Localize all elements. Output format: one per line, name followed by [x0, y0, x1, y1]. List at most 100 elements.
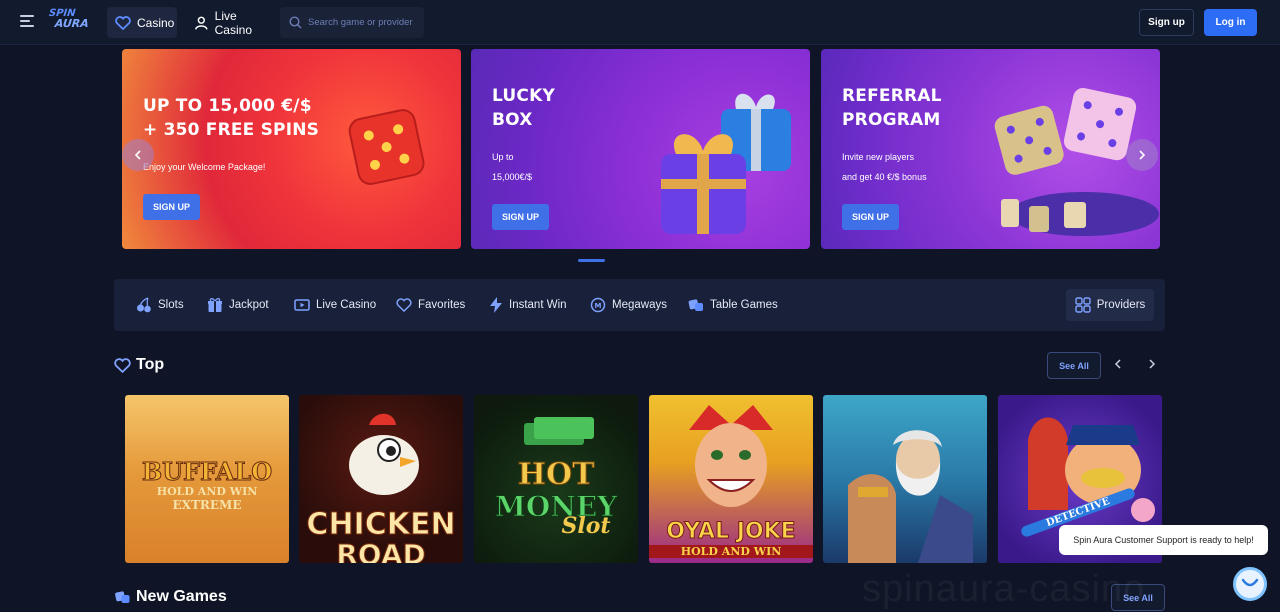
category-label: Favorites	[418, 299, 466, 311]
banner-title-line: UP TO 15,000 €/$	[143, 96, 312, 116]
category-label: Megaways	[612, 299, 667, 311]
carousel-indicator[interactable]	[578, 259, 605, 262]
nav-casino-label: Casino	[137, 15, 175, 30]
banner-title-line: PROGRAM	[842, 110, 941, 130]
game-title: ROAD	[336, 538, 427, 564]
category-slots[interactable]: Slots	[136, 279, 184, 331]
watermark-text: spinaura-casino	[862, 568, 1146, 610]
gift-icon	[208, 298, 222, 312]
chevron-left-icon	[1114, 359, 1121, 369]
game-tile-royal-joker[interactable]: OYAL JOKE HOLD AND WIN	[649, 395, 813, 563]
game-subtitle: HOLD AND WIN	[649, 545, 813, 558]
dice-icon	[688, 299, 703, 311]
carousel-next-button[interactable]	[1126, 139, 1158, 171]
dealer-icon	[195, 16, 208, 30]
heart-icon	[115, 15, 131, 30]
top-next-button[interactable]	[1148, 358, 1156, 373]
cherries-icon	[137, 297, 151, 313]
signup-button[interactable]: Sign up	[1139, 9, 1194, 36]
live-tv-icon	[294, 299, 310, 311]
category-bar: Slots Jackpot Live Casino Favorites Inst…	[114, 279, 1165, 331]
section-top-title: Top	[114, 356, 164, 374]
game-tile-buffalo[interactable]: BUFFALO HOLD AND WIN EXTREME	[125, 395, 289, 563]
chicken-icon	[349, 413, 419, 495]
lightning-icon	[490, 297, 502, 313]
game-title: OYAL JOKE	[666, 519, 796, 545]
banner-text: and get 40 €/$ bonus	[842, 172, 927, 182]
gift-box-icon	[661, 93, 791, 234]
providers-button[interactable]: Providers	[1066, 289, 1154, 321]
game-title: HOT	[517, 457, 595, 493]
category-label: Live Casino	[316, 299, 377, 311]
banner-text: Up to	[492, 152, 514, 162]
banner-text: 15,000€/$	[492, 172, 533, 182]
section-title-text: New Games	[136, 588, 227, 605]
login-button[interactable]: Log in	[1204, 9, 1257, 36]
banner-text: Invite new players	[842, 152, 915, 162]
top-header: SPIN AURA Casino Live Casino Sign up Log…	[0, 0, 1280, 45]
category-label: Jackpot	[229, 299, 269, 311]
nav-live-casino[interactable]: Live Casino	[186, 7, 272, 38]
game-subtitle: EXTREME	[172, 498, 242, 512]
banner-title-line: LUCKY	[492, 86, 555, 106]
game-tile-chicken-road[interactable]: CHICKEN ROAD	[299, 395, 463, 563]
category-live-casino[interactable]: Live Casino	[294, 279, 376, 331]
heart-icon	[396, 298, 412, 312]
banner-title-line: BOX	[492, 110, 533, 130]
category-megaways[interactable]: M Megaways	[590, 279, 667, 331]
banner-signup-button[interactable]: SIGN UP	[143, 194, 200, 220]
category-label: Slots	[158, 299, 184, 311]
zeus-icon	[848, 430, 973, 563]
site-logo[interactable]: SPIN AURA	[47, 8, 96, 35]
top-see-all-button[interactable]: See All	[1047, 352, 1101, 379]
banner-signup-button[interactable]: SIGN UP	[842, 204, 899, 230]
cash-stack-icon	[524, 417, 594, 445]
banner-text: Enjoy your Welcome Package!	[143, 162, 266, 172]
banner-title-line: REFERRAL	[842, 86, 942, 106]
game-subtitle: HOLD AND WIN	[156, 485, 258, 498]
game-tile-hot-money[interactable]: HOT MONEY Slot	[474, 395, 638, 563]
section-new-games-title: New Games	[114, 588, 227, 606]
category-jackpot[interactable]: Jackpot	[207, 279, 269, 331]
dice-icon	[348, 109, 425, 185]
category-instant-win[interactable]: Instant Win	[489, 279, 567, 331]
top-prev-button[interactable]	[1114, 358, 1122, 373]
banner-lucky-box[interactable]: LUCKY BOX Up to 15,000€/$ SIGN UP	[471, 49, 810, 249]
banner-title-line: + 350 FREE SPINS	[143, 120, 320, 140]
megaways-icon: M	[590, 297, 606, 313]
nav-casino[interactable]: Casino	[107, 7, 177, 38]
providers-label: Providers	[1096, 299, 1146, 311]
support-tooltip[interactable]: Spin Aura Customer Support is ready to h…	[1059, 525, 1268, 555]
joker-face-icon	[689, 405, 773, 507]
search-input[interactable]	[308, 17, 418, 28]
carousel-prev-button[interactable]	[122, 139, 154, 171]
category-table-games[interactable]: Table Games	[688, 279, 778, 331]
chat-smile-icon	[1241, 578, 1259, 587]
banner-title: UP TO 15,000 €/$ + 350 FREE SPINS	[143, 94, 319, 142]
logo-text-bottom: AURA	[54, 17, 90, 30]
chat-button[interactable]	[1233, 567, 1267, 601]
search-icon	[289, 16, 302, 29]
banner-welcome[interactable]: UP TO 15,000 €/$ + 350 FREE SPINS Enjoy …	[122, 49, 461, 249]
search-box[interactable]	[280, 7, 424, 38]
game-title: BUFFALO	[141, 457, 273, 487]
nav-live-casino-label: Live Casino	[214, 8, 252, 37]
heart-icon	[114, 357, 131, 373]
grid-icon	[1075, 297, 1091, 313]
banner-signup-button[interactable]: SIGN UP	[492, 204, 549, 230]
chevron-right-icon	[1139, 150, 1146, 160]
banner-referral[interactable]: REFERRAL PROGRAM Invite new players and …	[821, 49, 1160, 249]
game-tile-zeus[interactable]	[823, 395, 987, 563]
chevron-left-icon	[134, 150, 141, 160]
category-label: Table Games	[710, 299, 778, 311]
category-label: Instant Win	[509, 299, 567, 311]
game-subtitle: Slot	[561, 513, 611, 539]
section-title-text: Top	[136, 356, 165, 373]
category-favorites[interactable]: Favorites	[396, 279, 465, 331]
menu-icon[interactable]	[20, 15, 36, 29]
banner-title: LUCKY BOX	[492, 84, 555, 132]
dice-icon	[115, 591, 130, 603]
chevron-right-icon	[1149, 359, 1156, 369]
game-title: CHICKEN	[306, 507, 456, 543]
svg-text:M: M	[595, 302, 602, 310]
